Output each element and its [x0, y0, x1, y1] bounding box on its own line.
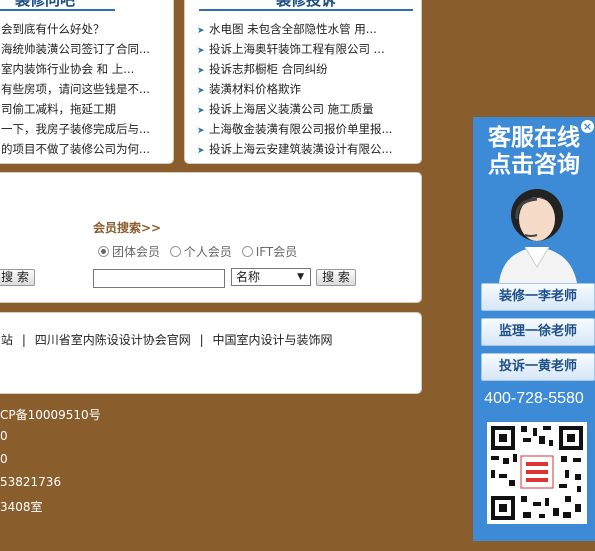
bullet-arrow-icon: ➤: [197, 46, 205, 56]
complaints-list-item[interactable]: ➤ 水电图 未包含全部隐性水管 用...: [197, 19, 392, 39]
search-field-select[interactable]: 名称 ▼: [231, 268, 311, 286]
member-type-radios: 团体会员 个人会员 IFT会员: [98, 243, 303, 260]
left-search-button[interactable]: 搜 索: [0, 269, 35, 286]
qa-list-item[interactable]: 司偷工减料，拖延工期: [1, 99, 150, 119]
radio-group-member[interactable]: 团体会员: [98, 243, 160, 260]
complaint-consultant-button[interactable]: 投诉一黄老师: [481, 353, 595, 381]
customer-service-widget: × 客服在线 点击咨询 装修一李老师 监理一徐老师 投诉一黄老师 400-728…: [473, 117, 595, 541]
bullet-arrow-icon: ➤: [197, 126, 205, 136]
service-title[interactable]: 客服在线 点击咨询: [473, 125, 595, 179]
bullet-arrow-icon: ➤: [197, 106, 205, 116]
member-search-title: 会员搜索>>: [93, 221, 162, 235]
bullet-arrow-icon: ➤: [197, 86, 205, 96]
footer-line: 0: [0, 429, 8, 443]
radio-button[interactable]: [169, 246, 181, 257]
footer-address: 3408室: [0, 500, 43, 514]
qr-code-image: [487, 422, 587, 524]
footer-line: 0: [0, 452, 8, 466]
radio-individual-member[interactable]: 个人会员: [169, 243, 232, 260]
supervision-consultant-button[interactable]: 监理一徐老师: [481, 318, 595, 346]
member-search-input[interactable]: [93, 269, 225, 288]
hotline-number: 400-728-5580: [484, 390, 584, 407]
footer-phone: 53821736: [0, 475, 62, 489]
friend-link[interactable]: 站: [1, 333, 13, 347]
radio-ift-member[interactable]: IFT会员: [241, 243, 297, 260]
bullet-arrow-icon: ➤: [197, 66, 205, 76]
radio-button[interactable]: [241, 246, 253, 257]
qa-panel: 装修问吧 会到底有什么好处？ 海统帅装潢公司签订了合同... 室内装饰行业协会 …: [0, 0, 174, 164]
service-agent-avatar[interactable]: [481, 175, 591, 283]
link-separator: |: [199, 333, 204, 347]
member-search-button[interactable]: 搜 索: [316, 269, 356, 286]
complaints-list-item[interactable]: ➤ 投诉上海云安建筑装潢设计有限公...: [197, 139, 392, 159]
complaints-list-item[interactable]: ➤ 投诉上海居义装潢公司 施工质量: [197, 99, 392, 119]
qa-list-item[interactable]: 室内装饰行业协会 和 上...: [1, 59, 150, 79]
radio-button[interactable]: [98, 246, 109, 257]
complaints-panel-title: 装修投诉: [199, 0, 413, 11]
complaints-list: ➤ 水电图 未包含全部隐性水管 用... ➤ 投诉上海奥轩装饰工程有限公司 ... …: [197, 19, 392, 159]
friend-links: 站 | 四川省室内陈设设计协会官网 | 中国室内设计与装饰网: [1, 331, 332, 348]
qa-list-item[interactable]: 有些房项，请问这些钱是不...: [1, 79, 150, 99]
qa-list-item[interactable]: 海统帅装潢公司签订了合同...: [1, 39, 150, 59]
friend-link[interactable]: 四川省室内陈设设计协会官网: [35, 333, 191, 347]
friend-link[interactable]: 中国室内设计与装饰网: [212, 333, 332, 347]
qa-list-item[interactable]: 会到底有什么好处？: [1, 19, 150, 39]
complaints-list-item[interactable]: ➤ 投诉上海奥轩装饰工程有限公司 ...: [197, 39, 392, 59]
complaints-list-item[interactable]: ➤ 装潢材料价格欺诈: [197, 79, 392, 99]
complaints-list-item[interactable]: ➤ 投诉志邦橱柜 合同纠纷: [197, 59, 392, 79]
dropdown-arrow-icon: ▼: [297, 272, 304, 282]
complaints-list-item[interactable]: ➤ 上海敬金装潢有限公司报价单里报...: [197, 119, 392, 139]
friend-links-panel: 站 | 四川省室内陈设设计协会官网 | 中国室内设计与装饰网: [0, 312, 422, 394]
qa-panel-title: 装修问吧: [0, 0, 115, 11]
member-search-panel: 会员搜索>> 搜 索 团体会员 个人会员 IFT会员 名称 ▼ 搜 索: [0, 172, 422, 303]
footer-icp: CP备10009510号: [0, 408, 101, 422]
bullet-arrow-icon: ➤: [197, 146, 205, 156]
decoration-consultant-button[interactable]: 装修一李老师: [481, 283, 595, 311]
link-separator: |: [21, 333, 26, 347]
complaints-panel: 装修投诉 ➤ 水电图 未包含全部隐性水管 用... ➤ 投诉上海奥轩装饰工程有限公司…: [184, 0, 422, 164]
qa-list-item[interactable]: 一下，我房子装修完成后与...: [1, 119, 150, 139]
qa-list: 会到底有什么好处？ 海统帅装潢公司签订了合同... 室内装饰行业协会 和 上..…: [1, 19, 150, 159]
bullet-arrow-icon: ➤: [197, 26, 205, 36]
qa-list-item[interactable]: 的项目不做了装修公司为何...: [1, 139, 150, 159]
